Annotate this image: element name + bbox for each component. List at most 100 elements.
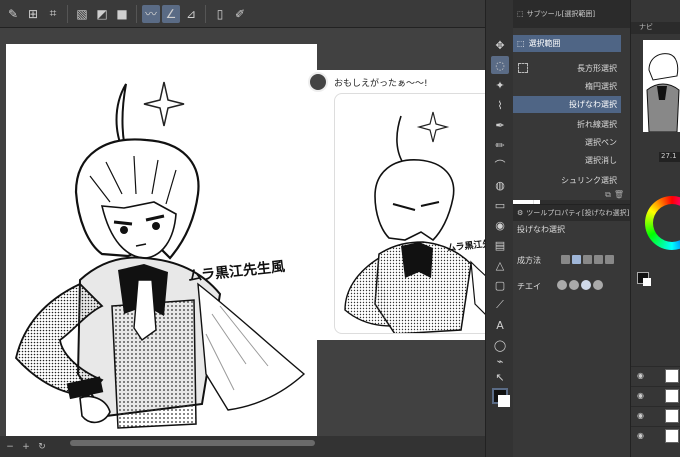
device-icon[interactable]: ▯ (211, 5, 229, 23)
layer-thumbnail (665, 389, 679, 403)
layer-row[interactable]: ◉ (631, 426, 680, 444)
toolbar-divider (205, 4, 206, 23)
subtool-item-shrink[interactable]: シュリンク選択 (513, 172, 621, 189)
brush-icon[interactable]: ⌒ (491, 156, 509, 174)
eye-icon[interactable]: ◉ (637, 391, 646, 400)
eye-icon[interactable]: ◉ (637, 411, 646, 420)
tool-property-tab[interactable]: ⚙ ツールプロパティ[投げなわ選択] (513, 205, 630, 221)
invert-selection-icon[interactable]: ◩ (93, 5, 111, 23)
lasso-mode-icon[interactable]: ✎ (4, 5, 22, 23)
eye-icon[interactable]: ◉ (637, 371, 646, 380)
delete-subtool-icon[interactable]: 🗑 (614, 190, 624, 202)
subtool-group-header[interactable]: ⬚ 選択範囲 (513, 35, 621, 52)
eye-icon[interactable]: ◉ (637, 431, 646, 440)
tweet-text: おもしえがったぁ〜〜! (334, 79, 428, 89)
subtool-panel: ⬚ サブツール[選択範囲] ⬚ 選択範囲 長方形選択 楕円選択 投げなわ選択 折… (513, 0, 630, 200)
color-wheel-center (653, 204, 680, 242)
tool-property-tab-label: ツールプロパティ[投げなわ選択] (526, 209, 630, 217)
zoom-in-icon[interactable]: + (20, 441, 32, 453)
avatar[interactable] (308, 72, 328, 92)
subtool-tab[interactable]: ⬚ サブツール[選択範囲] (513, 0, 630, 28)
layer-row[interactable]: ◉ (631, 386, 680, 404)
tool-strip: ✥ ◌ ✦ ⌇ ✒ ✏ ⌒ ◍ ▭ ◉ ▤ △ ▢ ⟋ A ◯ ⌁ ↖ (485, 0, 513, 457)
prop-row-label: チエイ (517, 282, 541, 291)
fill-icon[interactable]: ◉ (491, 216, 509, 234)
pen-stroke-icon[interactable]: 〰 (142, 4, 160, 23)
antialias-medium-icon[interactable] (581, 280, 591, 290)
subtool-footer: ⧉ 🗑 (513, 190, 630, 202)
mode-add-icon[interactable] (572, 255, 581, 264)
subtool-item-polyline[interactable]: 折れ線選択 (513, 116, 621, 133)
auto-select-icon[interactable]: ✦ (491, 76, 509, 94)
artwork-canvas[interactable]: ムラ黒江先生風 (6, 44, 317, 436)
rectangle-select-icon (518, 63, 528, 73)
ruler-icon[interactable]: ⊿ (182, 5, 200, 23)
ruler-tool-icon[interactable]: ⟋ (491, 296, 509, 314)
subtool-item-label: 長方形選択 (577, 64, 617, 73)
selection-group-icon: ⬚ (517, 39, 525, 48)
command-bar: ✎ ⊞ ⌗ ▧ ◩ ■ 〰 ∠ ⊿ ▯ ✐ (0, 0, 485, 28)
operation-icon[interactable]: ↖ (491, 368, 509, 386)
line-stroke-icon[interactable]: ∠ (162, 4, 180, 23)
mode-intersect-icon[interactable] (594, 255, 603, 264)
fill-selection-icon[interactable]: ■ (113, 5, 131, 23)
layer-thumbnail (665, 369, 679, 383)
color-wheel[interactable] (645, 196, 680, 250)
toolbar-divider (136, 4, 137, 23)
subtool-item-label: 投げなわ選択 (569, 100, 617, 109)
eraser-icon[interactable]: ▭ (491, 196, 509, 214)
right-panel: ナビ 27.1 ◉ ◉ ◉ ◉ (630, 0, 680, 457)
edit-settings-icon[interactable]: ✐ (231, 5, 249, 23)
subtool-item-label: 折れ線選択 (577, 120, 617, 129)
move-icon[interactable]: ✥ (491, 36, 509, 54)
mode-subtract-icon[interactable] (583, 255, 592, 264)
eyedropper-icon[interactable]: ⌇ (491, 96, 509, 114)
subtool-tab-label: サブツール[選択範囲] (526, 10, 596, 18)
text-tool-icon[interactable]: A (491, 316, 509, 334)
gradient-icon[interactable]: ▤ (491, 236, 509, 254)
antialias-weak-icon[interactable] (569, 280, 579, 290)
subtool-item-ellipse[interactable]: 楕円選択 (513, 78, 621, 95)
subtool-item-selection-pen[interactable]: 選択ペン (513, 134, 621, 151)
zoom-out-icon[interactable]: − (4, 441, 16, 453)
frame-icon[interactable]: ▢ (491, 276, 509, 294)
navigator-thumbnail[interactable] (643, 40, 680, 132)
pencil-icon[interactable]: ✏ (491, 136, 509, 154)
copy-subtool-icon[interactable]: ⧉ (605, 190, 611, 202)
transform-icon[interactable]: ⌗ (44, 5, 62, 23)
antialias-none-icon[interactable] (557, 280, 567, 290)
mode-select-icon[interactable] (605, 255, 614, 264)
wrench-icon: ⚙ (517, 209, 524, 217)
subtool-item-lasso[interactable]: 投げなわ選択 (513, 96, 621, 113)
zoom-level[interactable]: 27.1 (659, 152, 680, 162)
toolbar-divider (67, 4, 68, 23)
antialias-strong-icon[interactable] (593, 280, 603, 290)
subtool-item-label: 選択消し (585, 156, 617, 165)
airbrush-icon[interactable]: ◍ (491, 176, 509, 194)
tool-property-panel: ⚙ ツールプロパティ[投げなわ選択] 投げなわ選択 成方法 チエイ (513, 204, 630, 457)
horizontal-scrollbar[interactable] (70, 440, 315, 446)
figure-icon[interactable]: △ (491, 256, 509, 274)
navigator-preview (646, 53, 680, 132)
layer-thumbnail (665, 429, 679, 443)
color-panel-sub-swatch[interactable] (643, 278, 651, 286)
manga-illustration: ムラ黒江先生風 (15, 81, 306, 429)
mode-new-icon[interactable] (561, 255, 570, 264)
clear-selection-icon[interactable]: ▧ (73, 5, 91, 23)
rotate-icon[interactable]: ↻ (36, 441, 48, 453)
subtool-item-label: シュリンク選択 (561, 176, 617, 185)
sub-color-swatch[interactable] (498, 395, 510, 407)
antialias-buttons (557, 280, 603, 290)
subtool-group-label: 選択範囲 (528, 39, 561, 48)
subtool-item-erase-selection[interactable]: 選択消し (513, 152, 621, 169)
navigator-tab[interactable]: ナビ (631, 22, 680, 34)
layer-row[interactable]: ◉ (631, 366, 680, 384)
creation-method-buttons (561, 255, 614, 264)
pen-icon[interactable]: ✒ (491, 116, 509, 134)
select-add-icon[interactable]: ⊞ (24, 5, 42, 23)
selection-tab-icon: ⬚ (517, 10, 524, 18)
selection-tool-icon[interactable]: ◌ (491, 56, 509, 74)
layer-row[interactable]: ◉ (631, 406, 680, 424)
subtool-item-rectangle[interactable]: 長方形選択 (513, 60, 621, 77)
prop-row-label: 成方法 (517, 256, 541, 265)
